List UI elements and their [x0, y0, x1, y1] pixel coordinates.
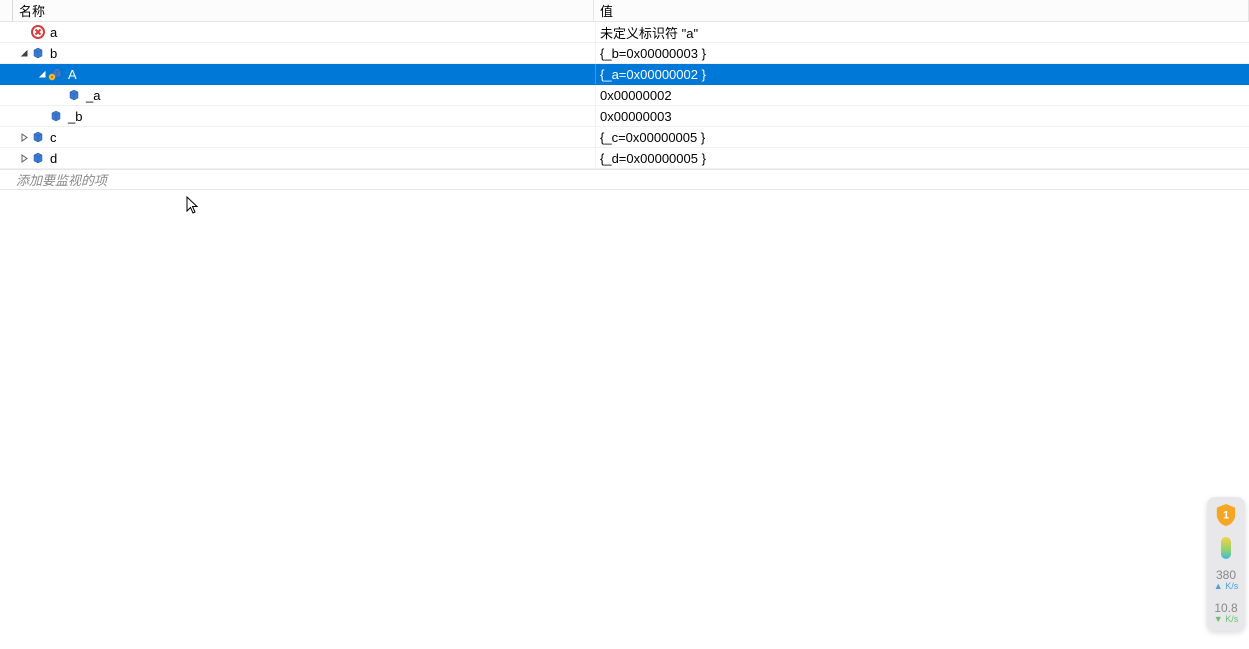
- error-icon: [30, 24, 46, 40]
- watch-value[interactable]: 未定义标识符 "a": [600, 23, 698, 42]
- watch-window: 名称 值 a 未定义标识符 "a" b {_b=0x00000003 } A {_a=0x…: [0, 0, 1249, 649]
- column-header-name[interactable]: 名称: [12, 0, 594, 21]
- shield-icon: 1: [1215, 503, 1237, 527]
- expander-placeholder: [18, 26, 30, 38]
- download-stat: 10.8 ▼ K/s: [1214, 602, 1238, 625]
- watch-name[interactable]: _b: [68, 109, 82, 124]
- watch-value[interactable]: {_b=0x00000003 }: [600, 46, 706, 61]
- watch-value[interactable]: {_c=0x00000005 }: [600, 130, 705, 145]
- object-icon: [66, 87, 82, 103]
- add-watch-row[interactable]: 添加要监视的项: [0, 169, 1249, 190]
- object-icon: [48, 108, 64, 124]
- collapse-icon[interactable]: [18, 47, 30, 59]
- expand-icon[interactable]: [18, 152, 30, 164]
- svg-text:1: 1: [1223, 510, 1229, 522]
- watch-row-c[interactable]: c {_c=0x00000005 }: [0, 127, 1249, 148]
- watch-row-bb[interactable]: _b 0x00000003: [0, 106, 1249, 127]
- watch-value[interactable]: {_a=0x00000002 }: [600, 67, 706, 82]
- watch-value[interactable]: {_d=0x00000005 }: [600, 151, 706, 166]
- expander-placeholder: [36, 110, 48, 122]
- watch-value[interactable]: 0x00000003: [600, 109, 672, 124]
- expander-placeholder: [54, 89, 66, 101]
- object-icon: [30, 129, 46, 145]
- upload-stat: 380 ▲ K/s: [1214, 569, 1238, 592]
- watch-name[interactable]: a: [50, 25, 57, 40]
- object-gear-icon: [48, 66, 64, 82]
- watch-row-d[interactable]: d {_d=0x00000005 }: [0, 148, 1249, 169]
- object-icon: [30, 150, 46, 166]
- mouse-cursor-icon: [186, 196, 200, 216]
- watch-name[interactable]: d: [50, 151, 57, 166]
- watch-row-b[interactable]: b {_b=0x00000003 }: [0, 43, 1249, 64]
- network-widget[interactable]: 1 380 ▲ K/s 10.8 ▼ K/s: [1207, 497, 1245, 631]
- watch-row-a[interactable]: a 未定义标识符 "a": [0, 22, 1249, 43]
- watch-name[interactable]: b: [50, 46, 57, 61]
- expand-icon[interactable]: [18, 131, 30, 143]
- column-header-value[interactable]: 值: [594, 0, 1249, 21]
- column-headers: 名称 值: [0, 0, 1249, 22]
- collapse-icon[interactable]: [36, 68, 48, 80]
- watch-name[interactable]: A: [68, 67, 77, 82]
- watch-name[interactable]: _a: [86, 88, 100, 103]
- watch-value[interactable]: 0x00000002: [600, 88, 672, 103]
- watch-rows: a 未定义标识符 "a" b {_b=0x00000003 } A {_a=0x00000…: [0, 22, 1249, 169]
- watch-name[interactable]: c: [50, 130, 57, 145]
- watch-row-ba[interactable]: _a 0x00000002: [0, 85, 1249, 106]
- object-icon: [30, 45, 46, 61]
- watch-row-bA[interactable]: A {_a=0x00000002 }: [0, 64, 1249, 85]
- signal-pill-icon: [1221, 537, 1231, 559]
